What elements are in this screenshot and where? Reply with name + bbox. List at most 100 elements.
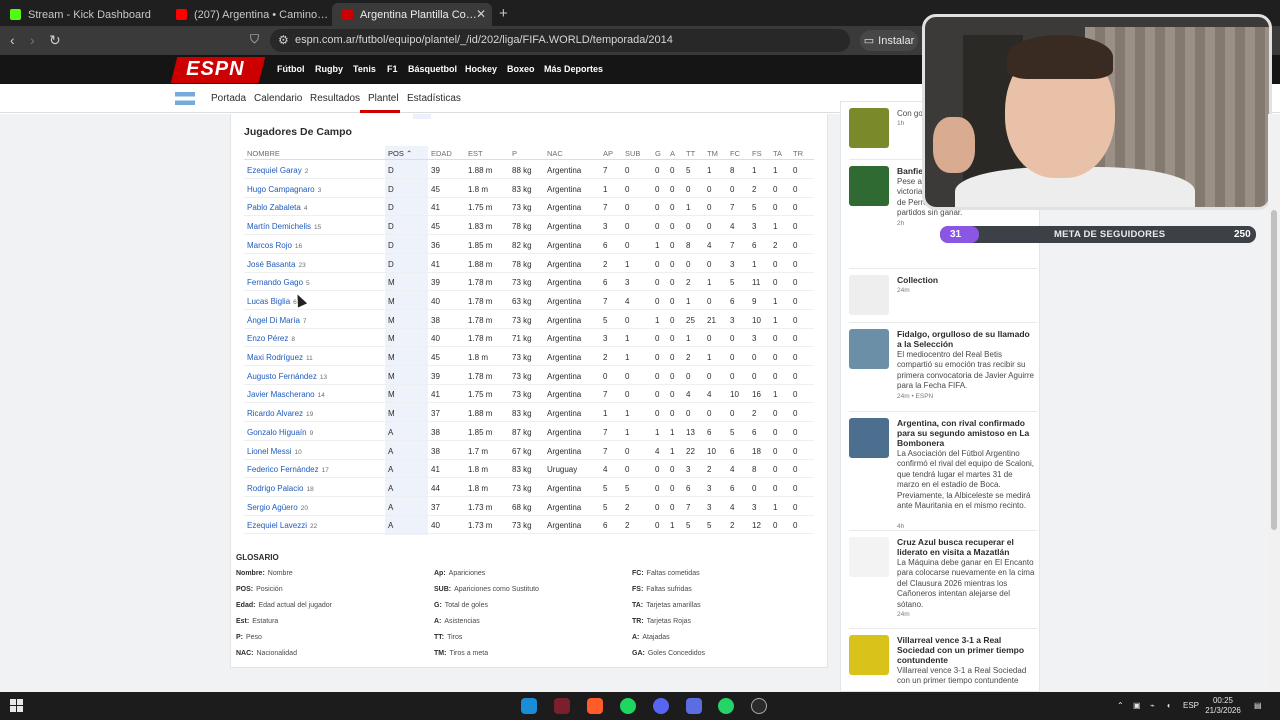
- install-app-button[interactable]: ▭ Instalar: [860, 30, 918, 51]
- new-tab-button[interactable]: +: [499, 5, 508, 22]
- column-header-fs[interactable]: FS: [752, 149, 762, 158]
- player-name[interactable]: Javier Mascherano: [247, 390, 315, 399]
- player-name[interactable]: Ángel Di María: [247, 316, 300, 325]
- network-icon[interactable]: ⌁: [1150, 701, 1155, 710]
- column-header-tr[interactable]: TR: [793, 149, 803, 158]
- player-name[interactable]: Federico Fernández: [247, 465, 319, 474]
- player-name-link[interactable]: Ezequiel Lavezzi 22: [247, 521, 317, 530]
- player-name[interactable]: Sergio Agüero: [247, 503, 298, 512]
- player-name[interactable]: Gonzalo Higuaín: [247, 428, 307, 437]
- nav-tenis[interactable]: Tenis: [353, 64, 376, 74]
- forward-icon[interactable]: ›: [30, 32, 35, 48]
- news-thumbnail[interactable]: [849, 166, 889, 206]
- column-header-g[interactable]: G: [655, 149, 661, 158]
- app-icon[interactable]: [554, 698, 570, 714]
- column-header-pos[interactable]: POS: [388, 149, 404, 158]
- news-thumbnail[interactable]: [849, 329, 889, 369]
- player-name-link[interactable]: Javier Mascherano 14: [247, 390, 325, 399]
- reload-icon[interactable]: ↻: [49, 32, 61, 49]
- news-thumbnail[interactable]: [849, 275, 889, 315]
- player-name[interactable]: Lucas Biglia: [247, 297, 290, 306]
- player-name[interactable]: Enzo Pérez: [247, 334, 288, 343]
- volume-icon[interactable]: ◖: [1166, 701, 1171, 710]
- player-name-link[interactable]: Sergio Agüero 20: [247, 503, 308, 512]
- player-name-link[interactable]: Ezequiel Garay 2: [247, 166, 308, 175]
- player-name[interactable]: Hugo Campagnaro: [247, 185, 315, 194]
- nav-f1[interactable]: F1: [387, 64, 398, 74]
- news-thumbnail[interactable]: [849, 537, 889, 577]
- news-headline[interactable]: Collection: [897, 275, 1035, 285]
- player-name-link[interactable]: José Basanta 23: [247, 260, 306, 269]
- obs-icon[interactable]: [751, 698, 767, 714]
- player-name[interactable]: Lionel Messi: [247, 447, 291, 456]
- column-header-a[interactable]: A: [670, 149, 675, 158]
- column-header-tm[interactable]: TM: [707, 149, 718, 158]
- clock[interactable]: 00:25 21/3/2026: [1203, 696, 1243, 716]
- player-name-link[interactable]: Fernando Gago 5: [247, 278, 310, 287]
- player-name-link[interactable]: Marcos Rojo 16: [247, 241, 302, 250]
- player-name-link[interactable]: Pablo Zabaleta 4: [247, 203, 307, 212]
- subnav-plantel[interactable]: Plantel: [368, 93, 399, 104]
- news-headline[interactable]: Cruz Azul busca recuperar el liderato en…: [897, 537, 1035, 557]
- subnav-resultados[interactable]: Resultados: [310, 93, 360, 104]
- column-header-ap[interactable]: AP: [603, 149, 613, 158]
- discord-icon[interactable]: [653, 698, 669, 714]
- subnav-estadisticas[interactable]: Estadísticas: [407, 93, 461, 104]
- close-tab-icon[interactable]: ✕: [476, 7, 486, 21]
- nav-rugby[interactable]: Rugby: [315, 64, 343, 74]
- news-headline[interactable]: Villarreal vence 3-1 a Real Sociedad con…: [897, 635, 1035, 665]
- site-info-icon[interactable]: ⚙: [278, 33, 289, 47]
- player-name[interactable]: Ezequiel Lavezzi: [247, 521, 307, 530]
- player-name[interactable]: Pablo Zabaleta: [247, 203, 301, 212]
- steam-icon[interactable]: [521, 698, 537, 714]
- news-thumbnail[interactable]: [849, 108, 889, 148]
- bookmark-icon[interactable]: ⛉: [250, 32, 259, 47]
- column-header-ta[interactable]: TA: [773, 149, 782, 158]
- player-name[interactable]: Rodrigo Palacio: [247, 484, 303, 493]
- player-name-link[interactable]: Lionel Messi 10: [247, 447, 302, 456]
- player-name-link[interactable]: Enzo Pérez 8: [247, 334, 295, 343]
- spotify-icon[interactable]: [620, 698, 636, 714]
- player-name-link[interactable]: Maxi Rodríguez 11: [247, 353, 313, 362]
- tab-kick-dashboard[interactable]: Stream - Kick Dashboard: [0, 3, 165, 26]
- news-headline[interactable]: Fidalgo, orgulloso de su llamado a la Se…: [897, 329, 1035, 349]
- column-header-p[interactable]: P: [512, 149, 517, 158]
- player-name-link[interactable]: Federico Fernández 17: [247, 465, 329, 474]
- column-header-est[interactable]: EST: [468, 149, 483, 158]
- notification-icon[interactable]: ▤: [1254, 701, 1262, 710]
- player-name-link[interactable]: Martín Demichelis 15: [247, 222, 321, 231]
- subnav-calendario[interactable]: Calendario: [254, 93, 302, 104]
- player-name-link[interactable]: Ricardo Alvarez 19: [247, 409, 313, 418]
- column-header-sub[interactable]: SUB: [625, 149, 640, 158]
- subnav-portada[interactable]: Portada: [211, 93, 246, 104]
- espn-logo[interactable]: ESPN: [170, 57, 266, 83]
- player-name-link[interactable]: Hugo Campagnaro 3: [247, 185, 321, 194]
- whatsapp-icon[interactable]: [718, 698, 734, 714]
- nav-hockey[interactable]: Hockey: [465, 64, 497, 74]
- column-header-nombre[interactable]: NOMBRE: [247, 149, 280, 158]
- tray-apps-icon[interactable]: ▣: [1133, 701, 1141, 710]
- news-headline[interactable]: Argentina, con rival confirmado para su …: [897, 418, 1035, 448]
- settings-icon[interactable]: [686, 698, 702, 714]
- column-header-tt[interactable]: TT: [686, 149, 695, 158]
- player-name[interactable]: Fernando Gago: [247, 278, 303, 287]
- player-name[interactable]: Augusto Fernández: [247, 372, 317, 381]
- player-name[interactable]: Ezequiel Garay: [247, 166, 302, 175]
- brave-icon[interactable]: [587, 698, 603, 714]
- player-name[interactable]: Maxi Rodríguez: [247, 353, 303, 362]
- column-header-fc[interactable]: FC: [730, 149, 740, 158]
- player-name-link[interactable]: Ángel Di María 7: [247, 316, 307, 325]
- scrollbar-thumb[interactable]: [1271, 210, 1277, 530]
- player-name[interactable]: Marcos Rojo: [247, 241, 292, 250]
- tab-youtube[interactable]: (207) Argentina • Camino a la final 2014: [166, 3, 331, 26]
- news-thumbnail[interactable]: [849, 635, 889, 675]
- back-icon[interactable]: ‹: [10, 32, 15, 48]
- nav-futbol[interactable]: Fútbol: [277, 64, 305, 74]
- windows-start-icon[interactable]: [10, 699, 23, 712]
- tray-chevron-icon[interactable]: ⌃: [1117, 701, 1124, 710]
- player-name-link[interactable]: Lucas Biglia 6: [247, 297, 297, 306]
- player-name-link[interactable]: Gonzalo Higuaín 9: [247, 428, 313, 437]
- player-name-link[interactable]: Augusto Fernández 13: [247, 372, 327, 381]
- url-text[interactable]: espn.com.ar/futbol/equipo/plantel/_/id/2…: [295, 34, 673, 46]
- player-name[interactable]: Martín Demichelis: [247, 222, 311, 231]
